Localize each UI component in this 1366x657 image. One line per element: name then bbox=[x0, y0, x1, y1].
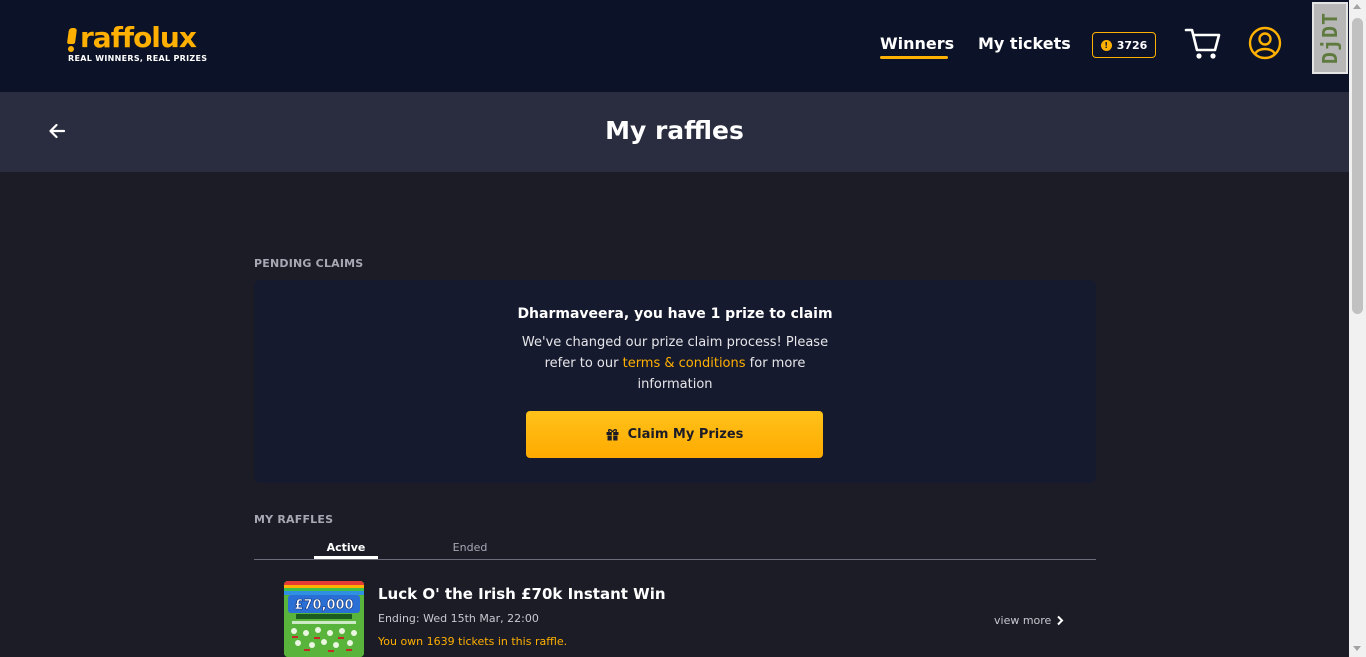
tab-active-indicator bbox=[314, 556, 378, 559]
debug-toolbar-handle[interactable]: DjDT bbox=[1312, 2, 1348, 74]
claim-title: Dharmaveera, you have 1 prize to claim bbox=[517, 306, 833, 322]
nav-my-tickets-link[interactable]: My tickets bbox=[978, 34, 1071, 53]
claim-my-prizes-button[interactable]: Claim My Prizes bbox=[526, 411, 823, 458]
credits-balance-button[interactable]: ! 3726 bbox=[1092, 32, 1156, 58]
page-title: My raffles bbox=[605, 116, 744, 145]
nav-active-underline bbox=[880, 56, 948, 59]
credits-value: 3726 bbox=[1116, 38, 1148, 52]
view-more-link[interactable]: view more bbox=[994, 614, 1064, 627]
raffle-thumbnail[interactable]: £70,000 bbox=[284, 581, 364, 657]
user-circle-icon[interactable] bbox=[1248, 26, 1282, 60]
raffle-ending-date: Ending: Wed 15th Mar, 22:00 bbox=[378, 612, 539, 625]
cart-icon[interactable] bbox=[1184, 26, 1222, 60]
nav-winners-link[interactable]: Winners bbox=[880, 34, 954, 53]
raffle-tabs: Active Ended bbox=[254, 540, 1096, 560]
thumb-prize-text: £70,000 bbox=[294, 598, 353, 613]
raffle-tickets-owned: You own 1639 tickets in this raffle. bbox=[378, 635, 568, 648]
raffle-title[interactable]: Luck O' the Irish £70k Instant Win bbox=[378, 585, 666, 603]
gift-icon bbox=[606, 429, 619, 441]
logo-exclamation-icon bbox=[68, 28, 76, 52]
raffolux-logo[interactable]: raffolux REAL WINNERS, REAL PRIZES bbox=[68, 24, 207, 63]
tab-ended[interactable]: Ended bbox=[438, 541, 502, 554]
claim-description: We've changed our prize claim process! P… bbox=[521, 335, 829, 392]
terms-conditions-link[interactable]: terms & conditions bbox=[623, 356, 746, 371]
logo-tagline: REAL WINNERS, REAL PRIZES bbox=[68, 54, 208, 63]
my-raffles-label: MY RAFFLES bbox=[254, 513, 334, 526]
scroll-down-arrow-icon[interactable] bbox=[1353, 646, 1361, 651]
coin-icon: ! bbox=[1100, 39, 1112, 51]
raffle-list-item[interactable]: £70,000 Luck O' the Irish £70k Instant W… bbox=[254, 572, 1096, 657]
pending-claim-card: Dharmaveera, you have 1 prize to claim W… bbox=[254, 280, 1096, 483]
logo-wordmark: raffolux bbox=[80, 21, 197, 54]
scrollbar-thumb[interactable] bbox=[1352, 18, 1363, 314]
scroll-up-arrow-icon[interactable] bbox=[1353, 4, 1361, 9]
pending-claims-label: PENDING CLAIMS bbox=[254, 257, 364, 270]
tab-active[interactable]: Active bbox=[314, 541, 378, 554]
chevron-right-icon bbox=[1057, 615, 1064, 626]
